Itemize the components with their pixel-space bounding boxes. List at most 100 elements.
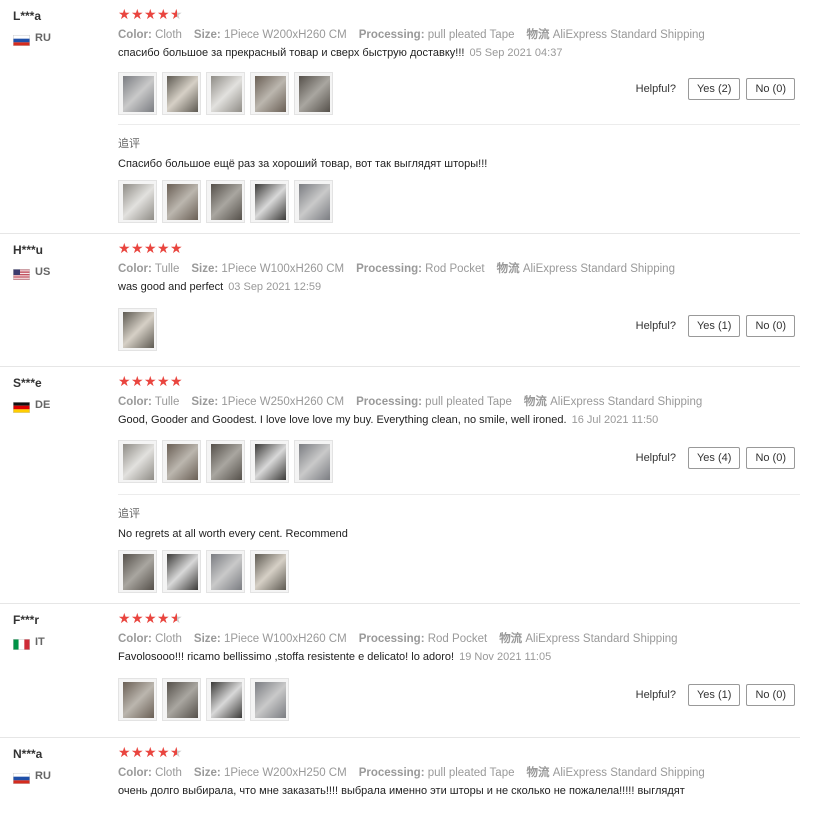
sku-attributes: Color: Cloth Size: 1Piece W100xH260 CM Pro…	[118, 630, 690, 646]
star-icon: ★	[131, 744, 144, 760]
attr-size-label: Size:	[193, 29, 221, 41]
review-date: 03 Sep 2021 12:59	[228, 281, 322, 293]
attr-shipping-value: AliExpress Standard Shipping	[552, 29, 705, 41]
review-body: Good, Gooder and Goodest. I love love lo…	[118, 414, 567, 426]
helpful-no-button[interactable]: No (0)	[746, 684, 795, 706]
review-photo[interactable]	[250, 678, 289, 721]
review-photo[interactable]	[118, 180, 157, 223]
review-photo[interactable]	[118, 678, 157, 721]
review-date: 05 Sep 2021 04:37	[469, 47, 563, 59]
helpful-label: Helpful?	[635, 452, 676, 464]
reviewer-name: F***r	[13, 613, 40, 627]
photo-2-thumbnail	[167, 444, 198, 480]
review-text: Good, Gooder and Goodest. I love love lo…	[118, 414, 658, 426]
review-photo[interactable]	[294, 72, 333, 115]
photo-5-thumbnail	[299, 444, 330, 480]
attr-processing-value: pull pleated Tape	[425, 396, 512, 408]
review-photos	[118, 440, 338, 483]
star-rating: ★★★★★	[118, 744, 183, 760]
helpful-label: Helpful?	[635, 83, 676, 95]
review-photo[interactable]	[294, 440, 333, 483]
helpful-no-button[interactable]: No (0)	[746, 315, 795, 337]
helpful-yes-button[interactable]: Yes (4)	[687, 447, 741, 469]
review-photo[interactable]	[250, 440, 289, 483]
review-photo[interactable]	[250, 72, 289, 115]
country-code: US	[35, 266, 51, 278]
star-rating: ★★★★★	[118, 373, 183, 389]
reviews-list: L***a RU ★★★★★ Color: Cloth Size: 1Piece W20…	[0, 0, 819, 804]
review-text: Favolosooo!!! ricamo bellissimo ,stoffa …	[118, 651, 551, 663]
sku-attributes: Color: Cloth Size: 1Piece W200xH260 CM Pro…	[118, 26, 717, 42]
star-icon: ★	[157, 240, 170, 256]
review-photo[interactable]	[162, 550, 201, 593]
attr-size-label: Size:	[191, 396, 219, 408]
photo-2-thumbnail	[167, 682, 198, 718]
photo-2-thumbnail	[167, 76, 198, 112]
review-item: S***e DE ★★★★★ Color: Tulle Size: 1Piece W25…	[0, 367, 800, 604]
attr-processing-label: Processing:	[356, 263, 422, 275]
review-text: was good and perfect 03 Sep 2021 12:59	[118, 281, 321, 293]
review-photo[interactable]	[206, 678, 245, 721]
review-body: was good and perfect	[118, 281, 224, 293]
review-photo[interactable]	[250, 180, 289, 223]
attr-processing-value: pull pleated Tape	[427, 29, 515, 41]
review-photo[interactable]	[118, 308, 157, 351]
helpful-yes-button[interactable]: Yes (1)	[687, 684, 741, 706]
photo-2-thumbnail	[167, 184, 198, 220]
photo-3-thumbnail	[211, 184, 242, 220]
review-photo[interactable]	[206, 550, 245, 593]
review-photo[interactable]	[206, 72, 245, 115]
followup-photos	[118, 180, 338, 223]
attr-shipping-label: 物流	[526, 767, 550, 779]
attr-shipping-label: 物流	[523, 396, 547, 408]
review-photo[interactable]	[118, 550, 157, 593]
review-photo[interactable]	[162, 72, 201, 115]
review-photo[interactable]	[162, 440, 201, 483]
attr-shipping-label: 物流	[496, 263, 520, 275]
star-icon: ★	[144, 240, 157, 256]
photo-4-thumbnail	[255, 184, 286, 220]
helpful-vote: Helpful? Yes (4) No (0)	[636, 447, 795, 469]
helpful-no-button[interactable]: No (0)	[746, 78, 795, 100]
photo-3-thumbnail	[211, 444, 242, 480]
photo-4-thumbnail	[255, 76, 286, 112]
star-rating: ★★★★★	[118, 240, 183, 256]
star-icon: ★	[170, 373, 183, 389]
attr-color-value: Cloth	[155, 767, 182, 779]
russia-flag-icon	[13, 33, 30, 46]
star-icon: ★	[144, 373, 157, 389]
review-photo[interactable]	[250, 550, 289, 593]
attr-size-label: Size:	[193, 767, 221, 779]
helpful-no-button[interactable]: No (0)	[746, 447, 795, 469]
attr-size-value: 1Piece W100xH260 CM	[221, 263, 345, 275]
attr-color-label: Color:	[118, 29, 152, 41]
sku-attributes: Color: Cloth Size: 1Piece W200xH250 CM Pro…	[118, 764, 717, 780]
photo-4-thumbnail	[255, 682, 286, 718]
review-photo[interactable]	[118, 440, 157, 483]
helpful-yes-button[interactable]: Yes (1)	[687, 315, 741, 337]
photo-1-thumbnail	[123, 184, 154, 220]
star-icon: ★	[118, 610, 131, 626]
photo-4-thumbnail	[255, 444, 286, 480]
review-photo[interactable]	[118, 72, 157, 115]
star-icon: ★	[157, 373, 170, 389]
review-body: очень долго выбирала, что мне заказать!!…	[118, 785, 685, 797]
followup-photos	[118, 550, 294, 593]
attr-processing-label: Processing:	[356, 396, 422, 408]
photo-1-thumbnail	[123, 76, 154, 112]
attr-size-value: 1Piece W200xH260 CM	[223, 29, 347, 41]
review-photo[interactable]	[162, 678, 201, 721]
review-photo[interactable]	[294, 180, 333, 223]
star-icon: ★	[170, 744, 183, 760]
helpful-yes-button[interactable]: Yes (2)	[687, 78, 741, 100]
review-text: спасибо большое за прекрасный товар и св…	[118, 47, 562, 59]
attr-processing-label: Processing:	[358, 29, 425, 41]
review-photo[interactable]	[206, 440, 245, 483]
reviewer-name: L***a	[13, 9, 42, 23]
review-photo[interactable]	[206, 180, 245, 223]
attr-shipping-value: AliExpress Standard Shipping	[522, 263, 675, 275]
attr-color-label: Color:	[118, 767, 152, 779]
photo-4-thumbnail	[255, 554, 286, 590]
review-photo[interactable]	[162, 180, 201, 223]
star-icon: ★	[144, 744, 157, 760]
